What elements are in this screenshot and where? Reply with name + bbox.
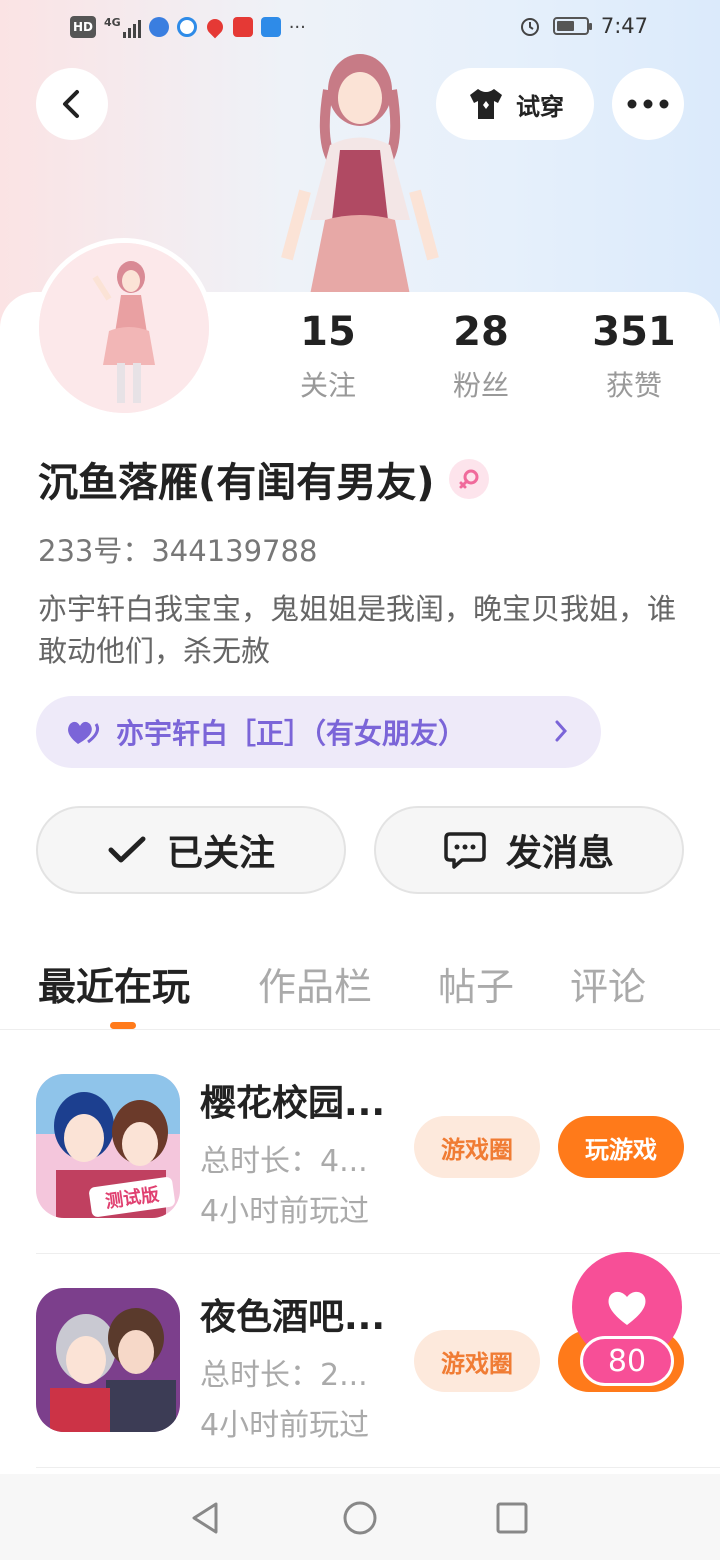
user-id: 233号：344139788 — [38, 534, 318, 568]
map-pin-icon — [203, 15, 227, 39]
game-title: 夜色酒吧... — [200, 1297, 386, 1338]
tab-works[interactable]: 作品栏 — [258, 956, 372, 1011]
game-duration: 总时长：4... — [200, 1144, 368, 1179]
battery-icon — [552, 17, 592, 35]
game-last-played: 4小时前玩过 — [200, 1408, 370, 1443]
follow-button[interactable]: 已关注 — [36, 806, 346, 894]
try-on-label: 试穿 — [516, 92, 564, 121]
play-game-button[interactable]: 玩游戏 — [558, 1116, 684, 1178]
bio: 亦宇轩白我宝宝，鬼姐姐是我闺，晚宝贝我姐，谁敢动他们，杀无赦 — [38, 592, 677, 668]
more-button[interactable] — [612, 68, 684, 140]
tab-bar: 最近在玩 作品栏 帖子 评论 — [0, 950, 720, 1030]
weather-icon — [260, 17, 281, 37]
back-button[interactable] — [36, 68, 108, 140]
female-icon — [448, 459, 489, 499]
tshirt-icon — [470, 89, 502, 119]
back-icon — [63, 90, 79, 118]
game-icon[interactable]: 测试版 — [36, 1074, 180, 1218]
more-dots-icon: ··· — [288, 16, 306, 38]
following-label: 关注 — [299, 369, 356, 402]
more-icon — [627, 99, 669, 109]
checkmark-icon — [108, 836, 146, 863]
username: 沉鱼落雁(有闺有男友) — [38, 460, 435, 506]
alarm-icon — [520, 18, 539, 36]
fans-label: 粉丝 — [452, 369, 509, 402]
relation-chip[interactable]: 亦宇轩白［正］（有女朋友） — [36, 696, 601, 768]
game-circle-button[interactable]: 游戏圈 — [414, 1116, 540, 1178]
game-circle-button[interactable]: 游戏圈 — [414, 1330, 540, 1392]
message-button[interactable]: 发消息 — [374, 806, 684, 894]
tab-comments[interactable]: 评论 — [570, 956, 646, 1011]
nav-back-icon[interactable] — [188, 1500, 224, 1536]
tab-posts[interactable]: 帖子 — [438, 956, 514, 1011]
app-icon — [148, 17, 169, 37]
signal-label: 4G — [104, 16, 121, 29]
name-row: 沉鱼落雁(有闺有男友) — [38, 450, 489, 508]
try-on-button[interactable]: 试穿 — [436, 68, 594, 140]
game-icon[interactable] — [36, 1288, 180, 1432]
nav-home-icon[interactable] — [342, 1500, 378, 1536]
system-nav-bar — [0, 1474, 720, 1560]
relation-label: 亦宇轩白［正］（有女朋友） — [116, 717, 467, 750]
game-duration: 总时长：2... — [200, 1358, 368, 1393]
floating-like-button[interactable]: 80 — [572, 1252, 684, 1392]
like-count: 80 — [580, 1336, 674, 1386]
stat-fans[interactable]: 28 粉丝 — [406, 306, 556, 404]
tab-indicator — [110, 1022, 136, 1029]
following-count: 15 — [300, 309, 356, 355]
book-icon — [232, 17, 253, 37]
stat-likes[interactable]: 351 获赞 — [559, 306, 709, 404]
stat-following[interactable]: 15 关注 — [253, 306, 403, 404]
chevron-right-icon — [555, 720, 568, 742]
list-item[interactable]: 测试版 樱花校园... 总时长：4... 4小时前玩过 游戏圈 玩游戏 — [36, 1040, 720, 1254]
character-illustration — [281, 54, 439, 295]
nav-recents-icon[interactable] — [494, 1500, 530, 1536]
avatar[interactable] — [34, 238, 214, 418]
browser-icon — [176, 17, 197, 37]
likes-count: 351 — [592, 309, 676, 355]
stats-row: 15 关注 28 粉丝 351 获赞 — [250, 306, 710, 416]
message-label: 发消息 — [505, 833, 614, 874]
likes-label: 获赞 — [605, 369, 662, 402]
double-heart-icon — [68, 721, 100, 744]
status-bar: HD 4G ··· 7:47 — [0, 0, 720, 56]
chat-bubble-icon — [444, 832, 486, 869]
tab-recently-played[interactable]: 最近在玩 — [38, 956, 190, 1011]
game-title: 樱花校园... — [200, 1083, 386, 1124]
signal-icon: 4G — [104, 16, 141, 38]
clock: 7:47 — [600, 14, 648, 38]
fans-count: 28 — [453, 309, 509, 355]
hd-icon: HD — [70, 16, 97, 38]
follow-label: 已关注 — [166, 833, 275, 874]
game-last-played: 4小时前玩过 — [200, 1194, 370, 1229]
heart-icon — [608, 1291, 646, 1325]
